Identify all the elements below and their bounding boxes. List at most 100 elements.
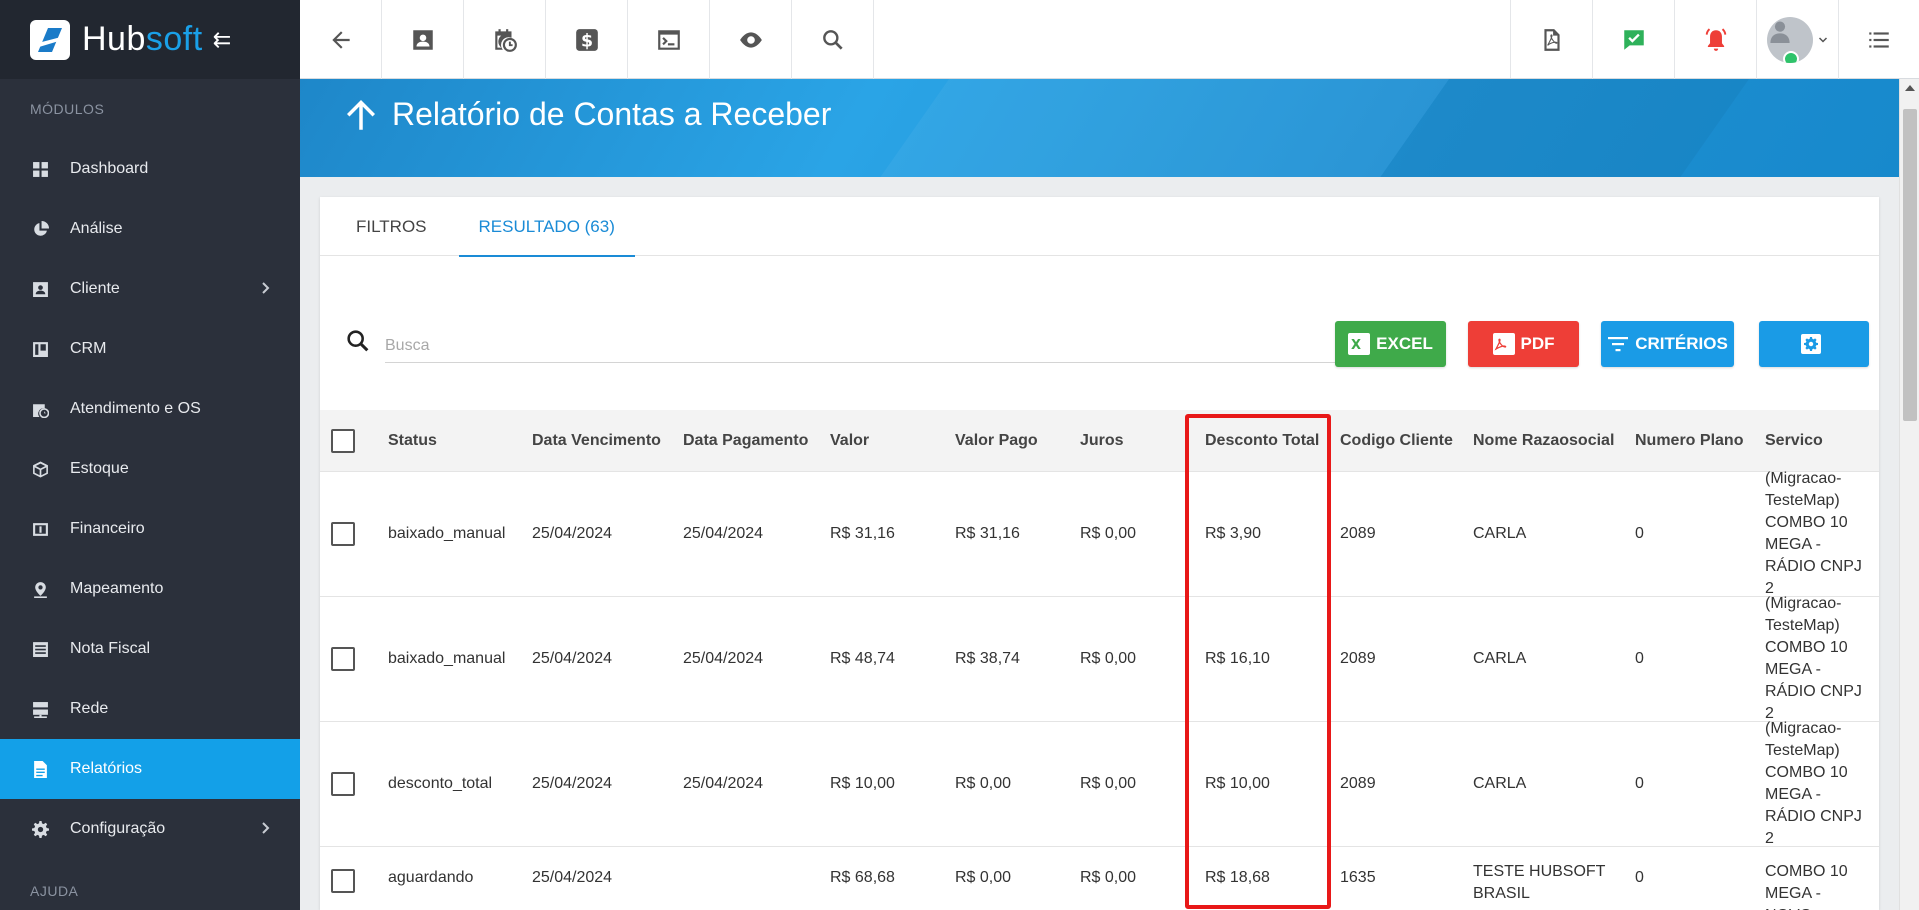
sidebar-item-configuracao[interactable]: Configuração	[0, 799, 300, 859]
pdf-icon	[1492, 333, 1515, 355]
row-checkbox[interactable]	[331, 869, 355, 893]
search-input[interactable]	[385, 329, 1385, 363]
svg-text:X: X	[1351, 338, 1361, 352]
page-title-text: Relatório de Contas a Receber	[392, 95, 832, 132]
sidebar-item-label: Rede	[70, 700, 109, 717]
cell-juros: R$ 0,00	[1080, 525, 1137, 542]
sidebar-item-rede[interactable]: Rede	[0, 679, 300, 739]
cell-data-vencimento: 25/04/2024	[532, 525, 613, 542]
scroll-thumb[interactable]	[1903, 109, 1917, 421]
tasks-button[interactable]	[1593, 0, 1675, 79]
pdf-shortcut-button[interactable]	[1511, 0, 1593, 79]
cell-data-pagamento: 25/04/2024	[683, 775, 764, 792]
cell-desconto-total: R$ 10,00	[1205, 775, 1270, 792]
table-row[interactable]: baixado_manual 25/04/2024 25/04/2024 R$ …	[320, 595, 1879, 722]
banner-decoration	[822, 79, 1478, 177]
search-icon	[822, 29, 843, 50]
search-shortcut-button[interactable]	[792, 0, 874, 79]
user-silhouette-icon	[1769, 21, 1790, 43]
cell-valor: R$ 68,68	[830, 869, 895, 886]
report-card: FILTROS RESULTADO (63) X EXCEL PDF CRITÉ…	[320, 197, 1879, 910]
search-icon	[347, 330, 369, 352]
schedule-shortcut-button[interactable]	[464, 0, 546, 79]
tab-filtros[interactable]: FILTROS	[356, 197, 459, 256]
sidebar-item-mapeamento[interactable]: Mapeamento	[0, 559, 300, 619]
view-shortcut-button[interactable]	[710, 0, 792, 79]
sidebar-item-analise[interactable]: Análise	[0, 199, 300, 259]
row-select-cell	[320, 722, 376, 846]
back-button[interactable]	[300, 0, 382, 79]
select-all-checkbox[interactable]	[331, 428, 355, 453]
finance-shortcut-button[interactable]: $	[546, 0, 628, 79]
column-header-nome-razaosocial[interactable]: Nome Razaosocial	[1461, 410, 1623, 471]
top-toolbar: $	[300, 0, 1919, 79]
cell-data-vencimento: 25/04/2024	[532, 775, 613, 792]
cell-nome-razaosocial: TESTE HUBSOFT BRASIL	[1473, 863, 1606, 902]
clients-shortcut-button[interactable]	[382, 0, 464, 79]
sidebar-item-financeiro[interactable]: Financeiro	[0, 499, 300, 559]
calendar-clock-icon	[30, 399, 50, 419]
column-header-desconto-total[interactable]: Desconto Total	[1193, 410, 1328, 471]
cell-codigo-cliente: 2089	[1340, 650, 1376, 667]
column-header-codigo-cliente[interactable]: Codigo Cliente	[1328, 410, 1461, 471]
row-checkbox[interactable]	[331, 772, 355, 796]
column-header-data-pagamento[interactable]: Data Pagamento	[671, 410, 818, 471]
results-table: Status Data Vencimento Data Pagamento Va…	[320, 410, 1879, 910]
alerts-button[interactable]	[1675, 0, 1757, 79]
tab-resultado[interactable]: RESULTADO (63)	[458, 197, 636, 257]
row-checkbox[interactable]	[331, 647, 355, 671]
row-checkbox[interactable]	[331, 522, 355, 546]
sidebar-item-relatorios[interactable]: Relatórios	[0, 739, 300, 799]
cell-juros: R$ 0,00	[1080, 869, 1137, 886]
toolbar-spacer	[874, 0, 1511, 78]
sidebar-item-cliente[interactable]: Cliente	[0, 259, 300, 319]
help-section-label: AJUDA	[30, 883, 79, 899]
cell-valor-pago: R$ 0,00	[955, 869, 1012, 886]
cell-valor: R$ 10,00	[830, 775, 895, 792]
sidebar-item-nota-fiscal[interactable]: Nota Fiscal	[0, 619, 300, 679]
sidebar-item-crm[interactable]: CRM	[0, 319, 300, 379]
cell-status: baixado_manual	[388, 650, 506, 667]
export-excel-button[interactable]: X EXCEL	[1335, 321, 1446, 367]
bell-alert-icon	[1705, 27, 1726, 51]
report-icon	[30, 759, 50, 779]
cell-numero-plano: 0	[1635, 869, 1644, 886]
user-menu-button[interactable]	[1757, 0, 1839, 79]
list-menu-button[interactable]	[1839, 0, 1919, 79]
results-toolbar: X EXCEL PDF CRITÉRIOS	[320, 307, 1879, 367]
collapse-menu-icon[interactable]: ⇇	[213, 27, 231, 53]
page-scrollbar[interactable]	[1899, 79, 1919, 910]
column-header-valor[interactable]: Valor	[818, 410, 943, 471]
column-header-data-vencimento[interactable]: Data Vencimento	[520, 410, 671, 471]
criteria-label: CRITÉRIOS	[1635, 334, 1728, 353]
sidebar-item-dashboard[interactable]: Dashboard	[0, 139, 300, 199]
column-header-juros[interactable]: Juros	[1068, 410, 1193, 471]
table-row[interactable]: aguardando 25/04/2024 R$ 68,68 R$ 0,00 R…	[320, 847, 1879, 910]
sidebar-item-label: Financeiro	[70, 520, 145, 537]
cell-valor-pago: R$ 0,00	[955, 775, 1012, 792]
table-row[interactable]: desconto_total 25/04/2024 25/04/2024 R$ …	[320, 720, 1879, 847]
scroll-up-arrow-icon[interactable]	[1905, 85, 1915, 91]
cell-numero-plano: 0	[1635, 775, 1644, 792]
sidebar-item-label: CRM	[70, 340, 107, 357]
contact-card-icon	[412, 29, 433, 50]
table-row[interactable]: baixado_manual 25/04/2024 25/04/2024 R$ …	[320, 470, 1879, 597]
terminal-shortcut-button[interactable]	[628, 0, 710, 79]
sidebar-item-label: Estoque	[70, 460, 129, 477]
contact-card-icon	[30, 279, 50, 299]
sidebar-item-estoque[interactable]: Estoque	[0, 439, 300, 499]
column-header-status[interactable]: Status	[376, 410, 520, 471]
page-header-banner: Relatório de Contas a Receber	[300, 79, 1899, 177]
column-header-servico[interactable]: Servico	[1753, 410, 1863, 471]
sidebar-item-atendimento[interactable]: Atendimento e OS	[0, 379, 300, 439]
criteria-button[interactable]: CRITÉRIOS	[1601, 321, 1734, 367]
column-settings-button[interactable]	[1759, 321, 1869, 367]
column-header-valor-pago[interactable]: Valor Pago	[943, 410, 1068, 471]
cell-nome-razaosocial: CARLA	[1473, 525, 1527, 542]
eye-icon	[739, 31, 762, 48]
server-icon	[30, 699, 50, 719]
column-header-numero-plano[interactable]: Numero Plano	[1623, 410, 1753, 471]
sidebar-item-label: Nota Fiscal	[70, 640, 151, 657]
export-pdf-button[interactable]: PDF	[1468, 321, 1579, 367]
cell-valor-pago: R$ 31,16	[955, 525, 1020, 542]
